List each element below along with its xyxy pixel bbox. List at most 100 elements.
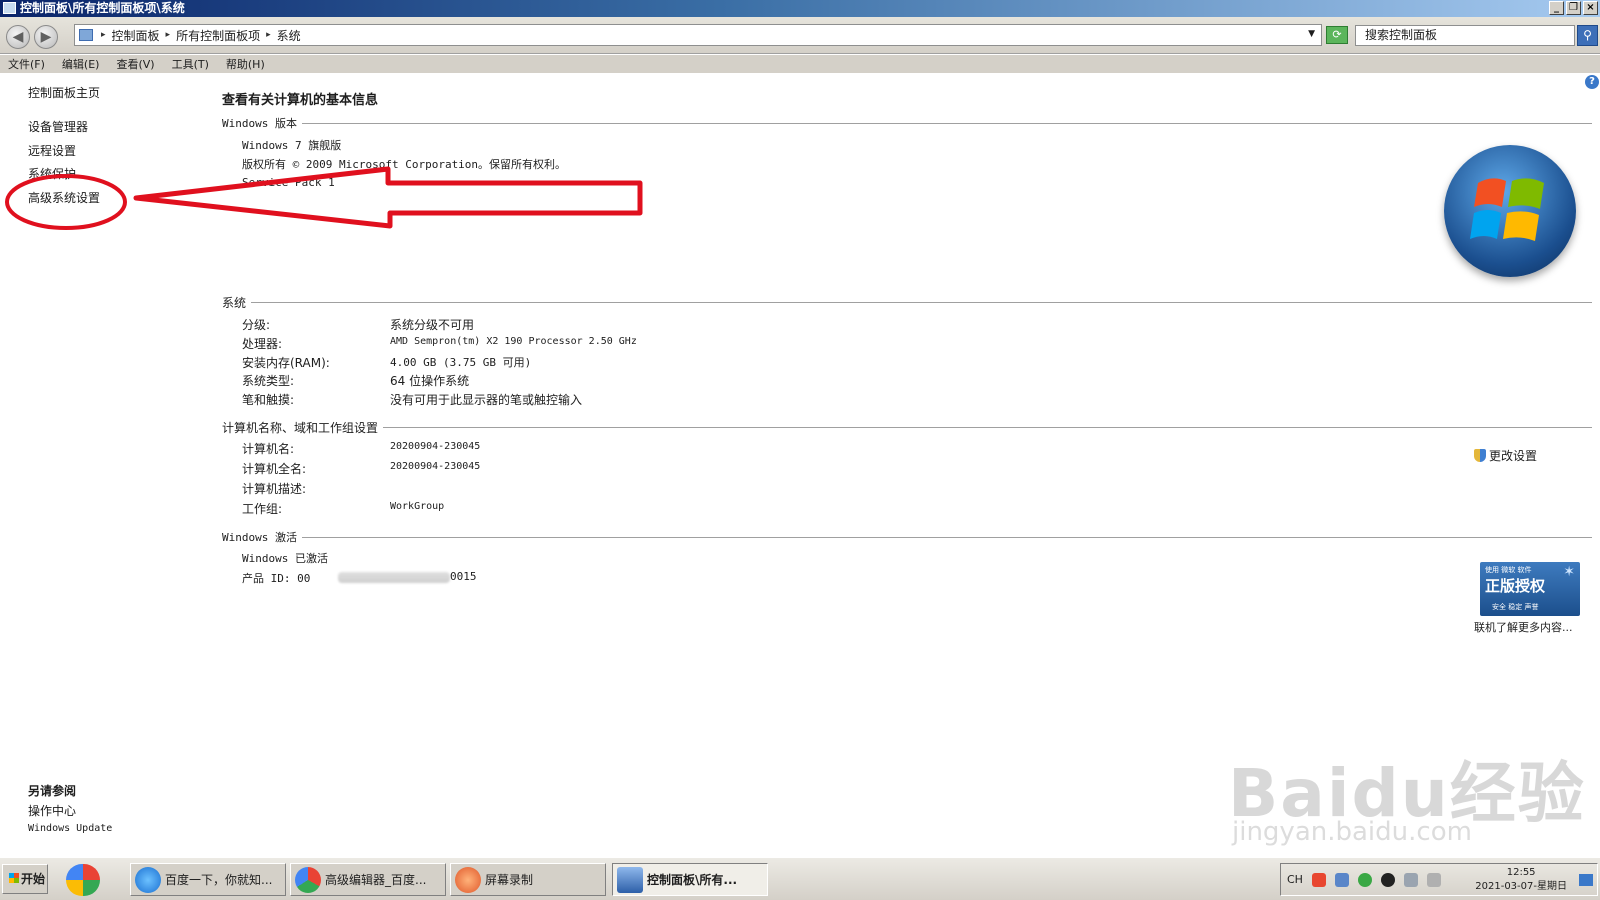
remote-settings-link[interactable]: 远程设置 — [28, 142, 76, 159]
chevron-right-icon[interactable]: ▸ — [166, 30, 171, 40]
chevron-right-icon[interactable]: ▸ — [101, 30, 106, 40]
show-desktop-icon[interactable] — [1579, 874, 1593, 886]
control-panel-icon — [617, 866, 643, 893]
change-settings-link[interactable]: 更改设置 — [1474, 447, 1537, 464]
close-button[interactable]: × — [1583, 1, 1598, 15]
restore-button[interactable]: ❐ — [1566, 1, 1581, 15]
task-label: 屏幕录制 — [485, 873, 534, 887]
windows-flag-icon — [9, 873, 19, 883]
chevron-down-icon[interactable]: ▼ — [1308, 29, 1315, 39]
row-label: 分级: — [242, 318, 271, 332]
search-icon[interactable]: ⚲ — [1577, 25, 1598, 46]
learn-more-online-link[interactable]: 联机了解更多内容... — [1474, 619, 1573, 635]
row-label: 计算机全名: — [242, 462, 307, 476]
clock-date: 2021-03-07-星期日 — [1475, 881, 1567, 892]
row-label: 计算机描述: — [242, 482, 307, 496]
system-protection-link[interactable]: 系统保护 — [28, 165, 76, 182]
qq-icon[interactable] — [1380, 872, 1395, 887]
star-icon: ✶ — [1563, 564, 1575, 580]
monitor-icon[interactable] — [1403, 872, 1418, 887]
task-label: 控制面板\所有... — [647, 873, 738, 887]
language-indicator[interactable]: CH — [1287, 873, 1303, 886]
menu-file[interactable]: 文件(F) — [8, 56, 45, 72]
taskbar-item-editor[interactable]: 高级编辑器_百度... — [290, 863, 446, 896]
section-activation: Windows 激活 — [222, 529, 1592, 545]
workgroup-value: WorkGroup — [390, 501, 445, 512]
chevron-right-icon[interactable]: ▸ — [266, 30, 271, 40]
start-button[interactable]: 开始 — [2, 864, 48, 894]
computer-name-value: 20200904-230045 — [390, 441, 481, 452]
product-id-label: 产品 ID: 00 — [242, 572, 311, 585]
task-label: 高级编辑器_百度... — [325, 873, 427, 887]
menu-bar: 文件(F) 编辑(E) 查看(V) 工具(T) 帮助(H) — [0, 55, 1600, 73]
start-label: 开始 — [21, 872, 46, 886]
service-pack: Service Pack 1 — [242, 176, 335, 189]
badge-main-text: 正版授权 — [1485, 577, 1546, 595]
sogou-icon[interactable] — [1311, 872, 1326, 887]
action-center-link[interactable]: 操作中心 — [28, 802, 76, 819]
page-title: 查看有关计算机的基本信息 — [222, 93, 379, 108]
advanced-system-settings-link[interactable]: 高级系统设置 — [28, 189, 100, 206]
menu-help[interactable]: 帮助(H) — [226, 56, 265, 72]
row-label: 安装内存(RAM): — [242, 356, 330, 370]
product-id-tail: 0015 — [450, 570, 477, 583]
row-label: 系统类型: — [242, 374, 295, 388]
quick-launch-icon[interactable] — [66, 864, 100, 896]
volume-icon[interactable] — [1426, 872, 1441, 887]
window-title-bar[interactable]: 控制面板\所有控制面板项\系统 _ ❐ × — [0, 0, 1600, 17]
windows-logo — [1444, 145, 1576, 277]
system-type-value: 64 位操作系统 — [390, 374, 470, 388]
full-name-value: 20200904-230045 — [390, 461, 481, 472]
taskbar-item-screen-record[interactable]: 屏幕录制 — [450, 863, 606, 896]
network-icon[interactable] — [1334, 872, 1349, 887]
windows-update-link[interactable]: Windows Update — [28, 823, 112, 834]
taskbar-item-ie[interactable]: 百度一下，你就知... — [130, 863, 286, 896]
window-controls: _ ❐ × — [1549, 1, 1598, 15]
search-input[interactable]: 搜索控制面板 — [1355, 25, 1575, 46]
security-icon[interactable] — [1357, 872, 1372, 887]
back-button[interactable]: ◀ — [6, 25, 30, 49]
copyright-text: 版权所有 © 2009 Microsoft Corporation。保留所有权利… — [242, 158, 567, 171]
control-panel-home-link[interactable]: 控制面板主页 — [28, 84, 100, 101]
refresh-button[interactable]: ⟳ — [1326, 26, 1348, 44]
section-edition: Windows 版本 — [222, 115, 1592, 131]
section-computer-title: 计算机名称、域和工作组设置 — [222, 421, 379, 435]
section-system-title: 系统 — [222, 296, 247, 310]
minimize-button[interactable]: _ — [1549, 1, 1564, 15]
breadcrumb-all-items[interactable]: 所有控制面板项 — [176, 27, 260, 44]
shield-icon — [1474, 449, 1486, 462]
taskbar-item-control-panel[interactable]: 控制面板\所有... — [612, 863, 768, 896]
row-value: 系统分级不可用 — [390, 318, 475, 332]
badge-top-text: 使用 微软 软件 — [1485, 566, 1532, 574]
see-also-heading: 另请参阅 — [28, 784, 77, 798]
computer-icon — [79, 29, 93, 41]
forward-button[interactable]: ▶ — [34, 25, 58, 49]
clock-time: 12:55 — [1506, 867, 1536, 878]
ram-value: 4.00 GB (3.75 GB 可用) — [390, 356, 532, 369]
badge-sub-text: 安全 稳定 声誉 — [1492, 603, 1539, 611]
device-manager-link[interactable]: 设备管理器 — [28, 118, 88, 135]
processor-value: AMD Sempron(tm) X2 190 Processor 2.50 GH… — [390, 336, 637, 347]
change-settings-label: 更改设置 — [1489, 449, 1538, 463]
genuine-microsoft-badge[interactable]: 使用 微软 软件 ✶ 正版授权 安全 稳定 声誉 — [1480, 562, 1580, 616]
section-edition-title: Windows 版本 — [222, 117, 297, 130]
menu-view[interactable]: 查看(V) — [116, 56, 154, 72]
menu-tools[interactable]: 工具(T) — [172, 56, 209, 72]
window-title: 控制面板\所有控制面板项\系统 — [20, 1, 185, 15]
control-panel-icon — [3, 2, 16, 14]
menu-edit[interactable]: 编辑(E) — [62, 56, 100, 72]
product-id-redaction — [338, 572, 450, 583]
breadcrumb-system[interactable]: 系统 — [277, 27, 301, 44]
address-toolbar: ◀ ▶ ▸ 控制面板 ▸ 所有控制面板项 ▸ 系统 ▼ ⟳ 搜索控制面板 ⚲ — [0, 17, 1600, 54]
clock[interactable]: 12:55 2021-03-07-星期日 — [1475, 866, 1567, 894]
task-label: 百度一下，你就知... — [165, 873, 273, 887]
activation-status: Windows 已激活 — [242, 552, 328, 565]
address-bar[interactable]: ▸ 控制面板 ▸ 所有控制面板项 ▸ 系统 ▼ — [74, 24, 1322, 46]
taskbar: 开始 百度一下，你就知... 高级编辑器_百度... 屏幕录制 控制面板\所有.… — [0, 857, 1600, 900]
task-pane: 控制面板主页 设备管理器 远程设置 系统保护 高级系统设置 另请参阅 操作中心 … — [0, 73, 210, 856]
screen-record-icon — [455, 866, 481, 893]
browser-icon — [295, 866, 321, 893]
breadcrumb-control-panel[interactable]: 控制面板 — [112, 27, 160, 44]
section-system: 系统 — [222, 294, 1592, 311]
pen-touch-value: 没有可用于此显示器的笔或触控输入 — [390, 393, 583, 407]
